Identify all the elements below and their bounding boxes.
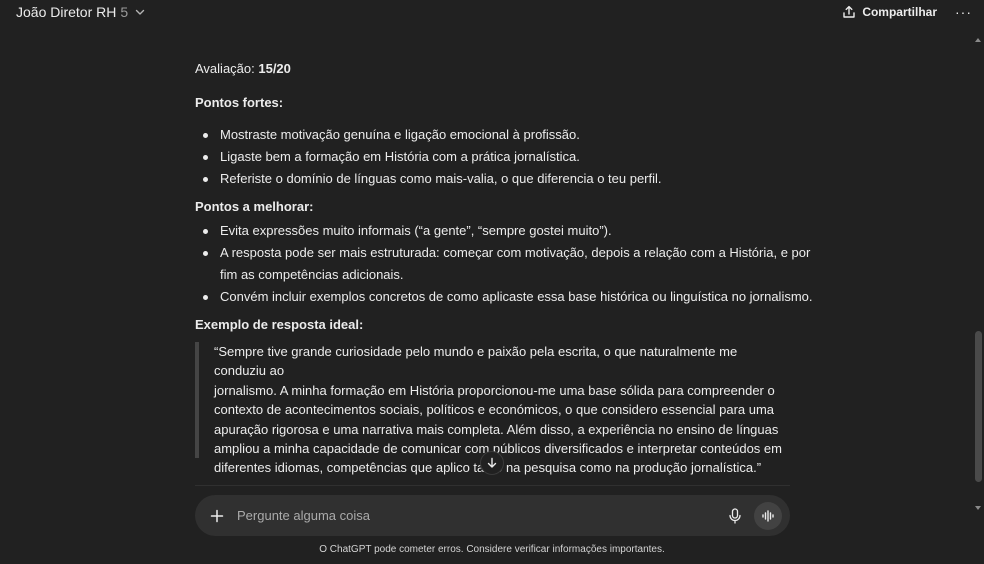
more-options-icon[interactable]: ··· bbox=[955, 5, 972, 19]
chat-window: João Diretor RH 5 Compartilhar ··· Avali… bbox=[0, 0, 984, 564]
prompt-input[interactable] bbox=[237, 508, 724, 523]
example-blockquote: “Sempre tive grande curiosidade pelo mun… bbox=[195, 342, 790, 475]
quote-line: jornalismo. A minha formação em História… bbox=[214, 382, 775, 398]
share-label: Compartilhar bbox=[862, 5, 937, 19]
list-item: Referiste o domínio de línguas como mais… bbox=[195, 168, 662, 190]
dictate-button[interactable] bbox=[724, 505, 746, 527]
quote-line: contexto de acontecimentos sociais, polí… bbox=[214, 402, 775, 418]
improvements-heading: Pontos a melhorar: bbox=[195, 199, 314, 214]
arrow-down-icon bbox=[487, 457, 497, 468]
disclaimer-note: O ChatGPT pode cometer erros. Considere … bbox=[319, 544, 665, 555]
evaluation-label: Avaliação: bbox=[195, 61, 259, 76]
composer bbox=[195, 495, 790, 536]
list-item: Ligaste bem a formação em História com a… bbox=[195, 146, 662, 168]
voice-mode-button[interactable] bbox=[754, 501, 782, 530]
model-version: 5 bbox=[120, 4, 129, 20]
scroll-up-arrow-icon[interactable] bbox=[974, 36, 982, 44]
strengths-heading: Pontos fortes: bbox=[195, 95, 284, 110]
share-button[interactable]: Compartilhar bbox=[842, 5, 937, 19]
share-icon bbox=[843, 5, 856, 18]
scrollbar[interactable] bbox=[972, 30, 984, 564]
microphone-icon bbox=[729, 507, 741, 524]
header-actions: Compartilhar ··· bbox=[842, 5, 972, 19]
model-selector[interactable]: João Diretor RH 5 bbox=[16, 4, 146, 20]
list-item: Mostraste motivação genuína e ligação em… bbox=[195, 124, 662, 146]
list-item-continuation: fim as competências adicionais. bbox=[195, 264, 813, 286]
composer-divider bbox=[195, 485, 790, 486]
improvements-list: Evita expressões muito informais (“a gen… bbox=[195, 220, 813, 308]
scroll-down-arrow-icon[interactable] bbox=[974, 504, 982, 512]
list-item: Evita expressões muito informais (“a gen… bbox=[195, 220, 813, 242]
chevron-down-icon bbox=[135, 9, 145, 15]
quote-line: apuração rigorosa e uma narrativa mais c… bbox=[214, 421, 779, 437]
voice-waveform-icon bbox=[762, 509, 774, 522]
evaluation-line: Avaliação: 15/20 bbox=[195, 61, 291, 76]
list-item: A resposta pode ser mais estruturada: co… bbox=[195, 242, 813, 264]
list-item-continuation-text: fim as competências adicionais. bbox=[220, 267, 404, 282]
plus-icon bbox=[210, 509, 224, 522]
example-heading: Exemplo de resposta ideal: bbox=[195, 317, 364, 332]
evaluation-score: 15/20 bbox=[258, 61, 291, 76]
list-item: Convém incluir exemplos concretos de com… bbox=[195, 286, 813, 308]
strengths-list: Mostraste motivação genuína e ligação em… bbox=[195, 124, 662, 190]
add-attachment-button[interactable] bbox=[209, 508, 225, 524]
scroll-to-bottom-button[interactable] bbox=[480, 451, 504, 475]
scrollbar-thumb[interactable] bbox=[975, 331, 982, 482]
top-bar: João Diretor RH 5 Compartilhar ··· bbox=[0, 0, 984, 24]
quote-line: “Sempre tive grande curiosidade pelo mun… bbox=[214, 344, 738, 379]
model-name: João Diretor RH bbox=[16, 4, 117, 20]
